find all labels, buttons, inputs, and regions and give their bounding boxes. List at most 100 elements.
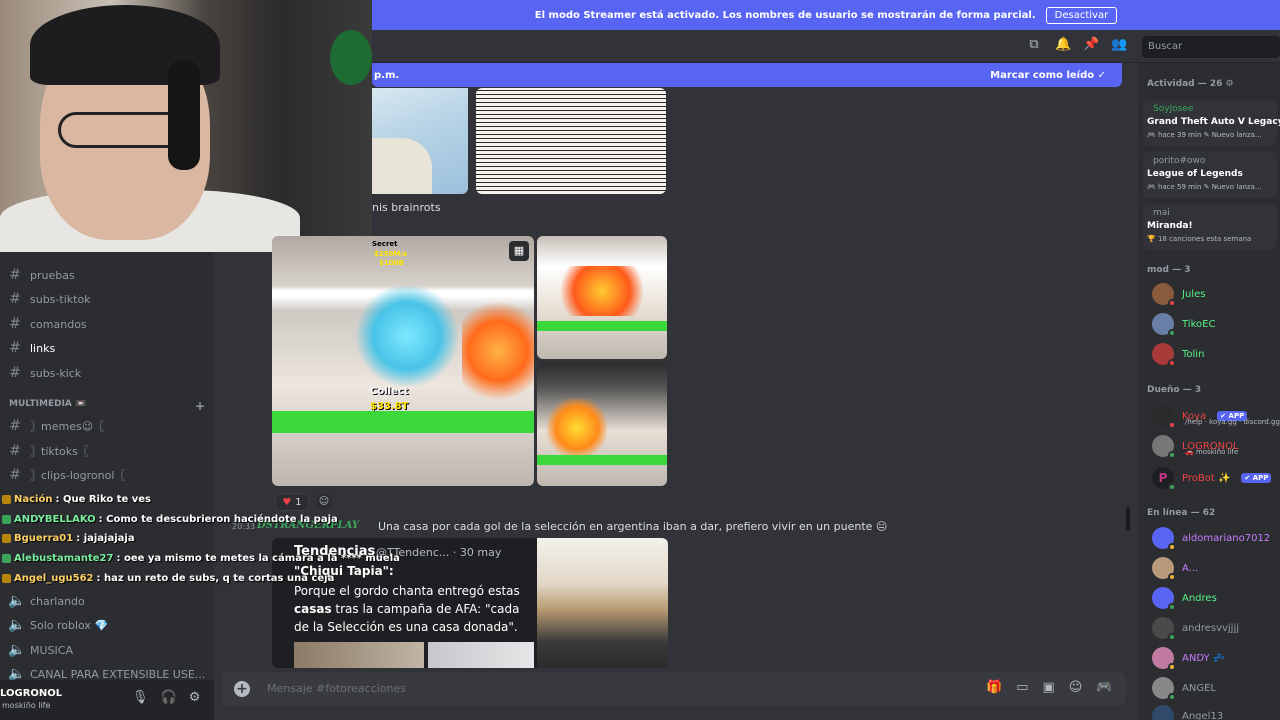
game-fire-2 <box>552 266 652 316</box>
avatar <box>1152 557 1176 581</box>
game-screenshot-2[interactable] <box>537 236 667 359</box>
speaker-icon: 🔈 <box>8 593 26 609</box>
map-land <box>372 138 432 194</box>
members-icon[interactable]: 👥 <box>1111 38 1127 52</box>
embed-body-bold: casas <box>294 602 332 616</box>
avatar <box>1152 313 1176 337</box>
embed-house-image[interactable] <box>537 538 668 668</box>
mark-read-icon: ✓ <box>1097 69 1106 81</box>
channel-subs-tiktok[interactable]: # subs-tiktok <box>8 288 206 310</box>
chat-badge-icon <box>2 534 11 543</box>
apps-icon[interactable]: 🎮 <box>1096 680 1112 695</box>
member-item[interactable]: aldomariano7012 <box>1152 525 1280 551</box>
member-item[interactable]: Koya ✔ APP/help · koya.gg · discord.gg <box>1152 403 1280 429</box>
banner-text: El modo Streamer está activado. Los nomb… <box>534 9 1036 21</box>
text-collage-image[interactable] <box>476 88 666 194</box>
disable-streamer-button[interactable]: Desactivar <box>1045 6 1118 24</box>
activity-card[interactable]: porito#owo League of Legends 🎮 hace 59 m… <box>1143 152 1277 198</box>
game-screenshot-main[interactable]: Secret $250M/s $100B Collect $33.8T ▦ <box>272 236 534 486</box>
settings-gear-icon[interactable]: ⚙ <box>189 690 201 705</box>
speaker-icon: 🔈 <box>8 617 26 633</box>
gallery-icon[interactable]: ▦ <box>509 241 529 261</box>
hash-icon: # <box>9 365 21 381</box>
channel-tiktoks[interactable]: # 〗tiktoks〖 <box>8 440 206 462</box>
sticker-icon[interactable]: ▣ <box>1042 680 1054 695</box>
channel-pruebas[interactable]: # pruebas <box>8 264 206 286</box>
member-item[interactable]: A... <box>1152 555 1280 581</box>
embed-body-1: Porque el gordo chanta entregó estas <box>294 584 520 598</box>
channel-memes[interactable]: # 〗memes😉〖 <box>8 415 206 437</box>
map-image[interactable] <box>372 88 468 194</box>
message-input[interactable]: Mensaje #fotoreacciones <box>267 682 406 695</box>
game-secret-label: Secret <box>372 240 398 248</box>
category-multimedia[interactable]: MULTIMEDIA 📼 + <box>9 399 205 413</box>
avatar <box>1152 435 1176 459</box>
embed-body-3: de la Selección es una casa donada". <box>294 620 518 634</box>
gif-icon[interactable]: ▭ <box>1016 680 1028 695</box>
channel-links[interactable]: # links <box>8 337 206 359</box>
microphone-icon[interactable]: 🎙 <box>132 690 149 705</box>
member-item[interactable]: TikoEC <box>1152 311 1280 337</box>
bell-icon[interactable]: 🔔 <box>1055 38 1071 52</box>
game-rate-label: $250M/s <box>374 250 408 258</box>
add-channel-icon[interactable]: + <box>195 399 205 413</box>
threads-icon[interactable]: ⧉ <box>1027 38 1041 52</box>
avatar <box>1152 677 1176 701</box>
game-green-pad-3 <box>537 455 667 465</box>
member-item[interactable]: ANDY 💤 <box>1152 645 1280 671</box>
streamer-mode-banner: El modo Streamer está activado. Los nomb… <box>372 0 1280 30</box>
member-item[interactable]: LOGRONOL 🚗 moskiño life <box>1152 433 1280 459</box>
webcam-headset <box>168 60 200 170</box>
brainrots-text: nis brainrots <box>372 201 441 214</box>
message-scrollbar[interactable] <box>1126 507 1130 531</box>
member-item[interactable]: Tolin <box>1152 341 1280 367</box>
member-item[interactable]: Jules <box>1152 281 1280 307</box>
activity-header: Actividad — 26 ⚙ <box>1147 79 1234 89</box>
emoji-icon[interactable]: ☺ <box>1069 680 1083 695</box>
discord-avatar <box>1152 587 1176 611</box>
channel-comandos[interactable]: # ​comandos <box>8 313 206 335</box>
user-name: LOGRONOL <box>0 688 63 699</box>
headphones-icon[interactable]: 🎧 <box>161 690 177 705</box>
member-item[interactable]: Angel13 <box>1152 703 1280 720</box>
game-green-pad <box>272 411 534 433</box>
chat-badge-icon <box>2 515 11 524</box>
webcam-balloon <box>330 30 372 85</box>
chat-badge-icon <box>2 554 11 563</box>
add-reaction-icon[interactable]: ☺ <box>316 494 332 510</box>
voice-channel-charlando[interactable]: 🔈 charlando <box>8 590 206 612</box>
heart-icon: ♥ <box>282 496 292 508</box>
mark-as-read-button[interactable]: Marcar como leído ✓ <box>990 70 1106 81</box>
attach-plus-icon[interactable]: + <box>234 681 250 697</box>
voice-channel-solo-roblox[interactable]: 🔈 Solo roblox 💎 <box>8 614 206 636</box>
activity-card[interactable]: SoyJosee Grand Theft Auto V Legacy 🎮 hac… <box>1143 100 1280 146</box>
owner-header: Dueño — 3 <box>1147 385 1202 395</box>
member-item[interactable]: andresvvjjjj <box>1152 615 1280 641</box>
hash-icon: # <box>9 340 21 356</box>
heart-reaction[interactable]: ♥ 1 <box>274 493 310 511</box>
new-messages-bar[interactable]: p.m. Marcar como leído ✓ <box>372 63 1122 87</box>
online-header: En línea — 62 <box>1147 508 1216 518</box>
channel-clips-logronol[interactable]: # 〗clips-logronol〖 <box>8 464 206 486</box>
activity-card[interactable]: mai Miranda! 🏆 18 canciones esta semana <box>1143 204 1277 250</box>
hash-icon: # <box>9 291 21 307</box>
message-text: Una casa por cada gol de la selección en… <box>378 520 888 533</box>
member-item[interactable]: P ProBot ✨ ✔ APP <box>1152 465 1280 491</box>
hash-icon: # <box>9 316 21 332</box>
voice-channel-musica[interactable]: 🔈 MUSICA <box>8 639 206 661</box>
game-collect-label: Collect <box>370 386 409 397</box>
game-screenshot-3[interactable] <box>537 363 667 486</box>
new-messages-time: p.m. <box>374 69 400 81</box>
gift-icon[interactable]: 🎁 <box>986 680 1002 695</box>
user-status: moskiño life <box>2 701 51 710</box>
embed-thumb-2 <box>428 642 534 668</box>
member-item[interactable]: ANGEL <box>1152 675 1280 701</box>
embed-body-2: tras la campaña de AFA: "cada <box>331 602 520 616</box>
member-item[interactable]: Andres <box>1152 585 1280 611</box>
avatar <box>1152 617 1176 641</box>
search-input[interactable]: Buscar <box>1142 36 1280 58</box>
pin-icon[interactable]: 📌 <box>1083 38 1099 52</box>
discord-avatar <box>1152 527 1176 551</box>
channel-subs-kick[interactable]: # subs-kick <box>8 362 206 384</box>
message-composer[interactable]: + Mensaje #fotoreacciones 🎁 ▭ ▣ ☺ 🎮 <box>222 672 1126 706</box>
